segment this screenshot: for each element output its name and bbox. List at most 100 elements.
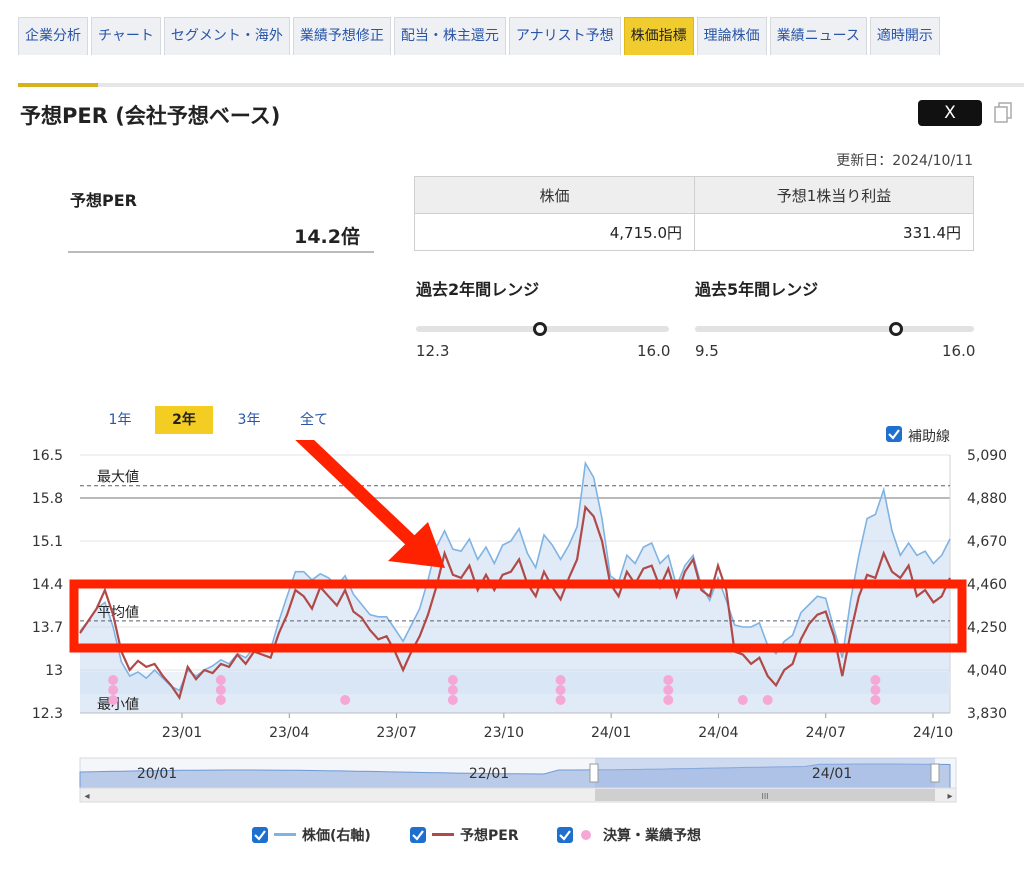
event-marker[interactable] [663, 675, 674, 685]
legend-price-checkbox[interactable] [252, 827, 268, 843]
range-5y-min: 9.5 [695, 342, 719, 360]
range-2y-title: 過去2年間レンジ [416, 280, 540, 299]
legend-per-checkbox[interactable] [410, 827, 426, 843]
right-tick-label: 4,250 [967, 620, 1007, 636]
legend-per[interactable]: 予想PER [410, 825, 519, 845]
range-5y-marker [888, 322, 903, 336]
event-marker[interactable] [447, 675, 458, 685]
event-marker[interactable] [108, 685, 119, 695]
left-tick-label: 13.7 [32, 620, 63, 636]
period-3y[interactable]: 3年 [228, 406, 270, 434]
updated-date: 更新日：2024/10/11 [836, 153, 973, 169]
range-5y-max: 16.0 [942, 342, 976, 360]
tab-3[interactable]: 業績予想修正 [292, 17, 391, 55]
range-2y-max: 16.0 [637, 342, 671, 360]
legend-per-label: 予想PER [460, 828, 519, 844]
event-marker[interactable] [555, 675, 566, 685]
event-marker[interactable] [762, 695, 773, 705]
range-2y-min: 12.3 [416, 342, 450, 360]
legend-price-swatch [274, 833, 296, 836]
x-tick-label: 24/07 [806, 725, 846, 741]
event-marker[interactable] [870, 675, 881, 685]
event-marker[interactable] [447, 685, 458, 695]
per-chart: 16.5 5,090 15.8 4,880 15.1 4,670 14.4 4,460 13.7… [32, 440, 1007, 803]
legend-price-label: 株価(右軸) [302, 828, 371, 844]
tab-5[interactable]: アナリスト予想 [508, 17, 621, 55]
event-marker[interactable] [447, 695, 458, 705]
x-tick-label: 23/07 [376, 725, 416, 741]
left-tick-label: 16.5 [32, 448, 63, 464]
eps-value: 331.4円 [694, 213, 974, 251]
event-marker[interactable] [870, 695, 881, 705]
reference-label-0: 最大値 [97, 470, 139, 486]
range-2y-marker [532, 322, 547, 336]
tab-9[interactable]: 適時開示 [869, 17, 940, 55]
left-tick-label: 15.8 [32, 491, 63, 507]
event-marker[interactable] [108, 675, 119, 685]
period-2y[interactable]: 2年 [155, 406, 213, 434]
price-value: 4,715.0円 [414, 213, 695, 251]
x-tick-label: 24/01 [591, 725, 631, 741]
range-5y-title: 過去5年間レンジ [695, 280, 819, 299]
per-value: 14.2倍 [294, 226, 360, 248]
tab-bar: 企業分析 チャート セグメント・海外 業績予想修正 配当・株主還元 アナリスト予想 株価指標… [18, 17, 943, 55]
legend-events[interactable]: 決算・業績予想 [557, 825, 701, 845]
x-tick-label: 24/10 [913, 725, 953, 741]
right-tick-label: 4,040 [967, 663, 1007, 679]
event-marker[interactable] [108, 695, 119, 705]
event-marker[interactable] [663, 685, 674, 695]
right-tick-label: 4,880 [967, 491, 1007, 507]
x-tick-label: 23/10 [484, 725, 524, 741]
event-marker[interactable] [215, 675, 226, 685]
right-tick-label: 3,830 [967, 706, 1007, 722]
tab-8[interactable]: 業績ニュース [769, 17, 867, 55]
navigator-tick-label: 20/01 [137, 766, 177, 782]
x-tick-label: 23/04 [269, 725, 309, 741]
left-tick-label: 14.4 [32, 577, 63, 593]
left-tick-label: 12.3 [32, 706, 63, 722]
eps-header: 予想1株当り利益 [694, 176, 974, 214]
left-tick-label: 13 [45, 663, 63, 679]
x-tick-label: 24/04 [698, 725, 738, 741]
per-label: 予想PER [70, 191, 137, 210]
left-tick-label: 15.1 [32, 534, 63, 550]
event-marker[interactable] [555, 695, 566, 705]
page-title: 予想PER (会社予想ベース) [20, 104, 281, 128]
event-marker[interactable] [215, 685, 226, 695]
tab-7[interactable]: 理論株価 [696, 17, 767, 55]
range-5y-track [695, 326, 974, 332]
period-all[interactable]: 全て [290, 406, 338, 434]
price-header: 株価 [414, 176, 695, 214]
event-marker[interactable] [215, 695, 226, 705]
copy-icon[interactable] [993, 102, 1013, 124]
share-x-button[interactable]: X [918, 100, 982, 126]
legend-per-swatch [432, 833, 454, 836]
tab-6[interactable]: 株価指標 [623, 17, 694, 55]
event-marker[interactable] [870, 685, 881, 695]
tab-rule-accent [18, 83, 98, 87]
right-tick-label: 4,460 [967, 577, 1007, 593]
navigator-handle-left[interactable] [589, 763, 599, 783]
legend-events-swatch [581, 830, 591, 840]
event-marker[interactable] [737, 695, 748, 705]
scrollbar-grip: III [761, 792, 768, 801]
tab-4[interactable]: 配当・株主還元 [393, 17, 506, 55]
event-marker[interactable] [663, 695, 674, 705]
tab-2[interactable]: セグメント・海外 [163, 17, 290, 55]
period-1y[interactable]: 1年 [100, 406, 140, 434]
legend-events-label: 決算・業績予想 [603, 828, 701, 844]
event-marker[interactable] [340, 695, 351, 705]
price-eps-table: 株価 予想1株当り利益 4,715.0円 331.4円 [414, 176, 974, 251]
tab-rule [18, 83, 1024, 87]
legend-price[interactable]: 株価(右軸) [252, 825, 371, 845]
navigator-handle-right[interactable] [930, 763, 940, 783]
navigator-tick-label: 24/01 [812, 766, 852, 782]
tab-0[interactable]: 企業分析 [18, 17, 88, 55]
event-marker[interactable] [555, 685, 566, 695]
legend-events-checkbox[interactable] [557, 827, 573, 843]
navigator-selection[interactable] [595, 758, 935, 788]
scroll-left-arrow: ◂ [84, 791, 89, 802]
x-tick-label: 23/01 [162, 725, 202, 741]
tab-1[interactable]: チャート [91, 17, 161, 55]
right-tick-label: 4,670 [967, 534, 1007, 550]
